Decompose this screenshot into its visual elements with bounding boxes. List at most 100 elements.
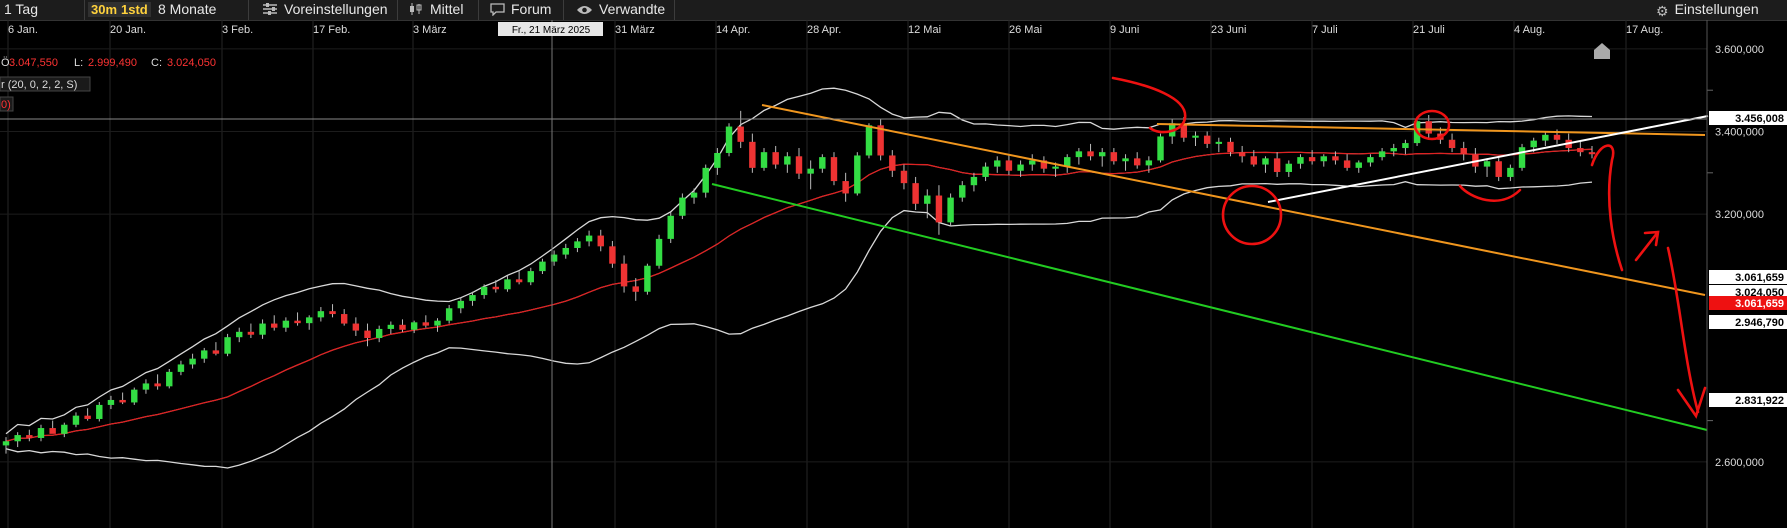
scroll-marker-icon[interactable] — [1594, 43, 1610, 59]
candle-body — [340, 314, 348, 324]
candle-body — [189, 358, 196, 365]
candle-body — [1215, 141, 1223, 144]
candle-body — [749, 141, 756, 168]
candle-body — [1262, 158, 1269, 165]
candle-body — [830, 157, 838, 182]
candle-body — [1460, 148, 1467, 155]
annotation-arrow-long-down — [1666, 246, 1707, 419]
candlestick-series — [2, 110, 1596, 454]
toolbar-divider — [248, 0, 249, 20]
candle-body — [1553, 134, 1561, 140]
forum-button[interactable]: Forum — [490, 0, 551, 20]
x-tick-label: 9 Juni — [1110, 24, 1139, 36]
candle-body — [1425, 121, 1432, 134]
candle-body — [562, 247, 569, 255]
candle-body — [410, 322, 418, 330]
price-tag-green-line: 2.831,922 — [1709, 393, 1787, 407]
candle-body — [959, 185, 966, 198]
candle-body — [1250, 156, 1258, 165]
candle-body — [492, 286, 500, 290]
presets-button[interactable]: Voreinstellungen — [262, 0, 388, 20]
candle-body — [2, 441, 10, 446]
price-tag-current-red: 3.061,659 — [1709, 296, 1787, 310]
toolbar-divider — [563, 0, 564, 20]
candle-body — [154, 383, 161, 387]
candle-body — [924, 195, 931, 204]
candle-body — [1507, 167, 1514, 177]
candle-body — [142, 383, 150, 390]
x-tick-label: 17 Feb. — [313, 24, 350, 36]
candle-body — [317, 311, 325, 318]
bollinger-bands — [5, 87, 1593, 469]
candle-body — [912, 183, 919, 204]
bollinger-upper-band — [5, 87, 1593, 435]
candle-body — [1110, 152, 1118, 162]
candle-body — [667, 215, 674, 239]
price-chart[interactable]: 6 Jan. 20 Jan. 3 Feb. 17 Feb. 3 März 31 März 1… — [0, 20, 1787, 528]
candle-body — [1378, 151, 1386, 158]
candle-body — [1483, 161, 1491, 167]
candle-body — [166, 371, 173, 387]
candle-body — [1017, 164, 1024, 171]
candle-body — [1238, 152, 1246, 157]
price-tag-current-red-text: 3.061,659 — [1735, 298, 1784, 310]
candle-body — [1203, 135, 1211, 144]
candle-body — [504, 279, 511, 290]
candle-body — [515, 279, 523, 283]
range-selector[interactable]: 8 Monate — [158, 0, 216, 20]
x-tick-label: 28 Apr. — [807, 24, 841, 36]
price-tag-orange-line: 3.061,659 — [1709, 270, 1787, 284]
price-tag-lower: 2.946,790 — [1709, 315, 1787, 329]
toolbar-divider — [397, 0, 398, 20]
candle-body — [1227, 141, 1234, 153]
candle-body — [1122, 158, 1129, 162]
related-button[interactable]: Verwandte — [576, 0, 665, 20]
candle-body — [49, 428, 56, 434]
candle-body — [387, 324, 395, 329]
candle-body — [236, 331, 243, 338]
sliders-icon — [262, 2, 278, 21]
candle-body — [1530, 140, 1537, 148]
candle-body — [1332, 156, 1339, 161]
candle-body — [282, 320, 290, 328]
candle-body — [364, 330, 371, 339]
settings-button[interactable]: ⚙ Einstellungen — [1656, 0, 1759, 20]
candle-body — [259, 323, 266, 335]
bollinger-middle-band — [5, 148, 1593, 442]
candle-body — [14, 435, 21, 442]
candle-body — [1390, 148, 1397, 152]
candle-body — [1320, 156, 1327, 162]
candle-body — [84, 415, 91, 419]
candle-body — [842, 181, 849, 194]
candle-body — [795, 156, 803, 174]
candle-body — [819, 157, 826, 169]
x-tick-label: 12 Mai — [908, 24, 941, 36]
candle-body — [947, 197, 954, 223]
candle-body — [201, 350, 208, 359]
candle-body — [271, 323, 278, 328]
candle-body — [725, 126, 733, 153]
candle-body — [679, 197, 686, 216]
price-tag-white-line-text: 3.456,008 — [1735, 113, 1784, 125]
candle-body — [1588, 152, 1596, 155]
candle-body — [131, 389, 138, 403]
interval-1std-button[interactable]: 1std — [118, 2, 151, 17]
candle-body — [994, 160, 1001, 167]
scroll-marker[interactable] — [1594, 43, 1610, 59]
moving-average — [5, 148, 1593, 442]
settings-label: Einstellungen — [1674, 1, 1759, 17]
x-tick-label: 3 März — [413, 24, 447, 36]
candle-body — [889, 155, 896, 171]
candle-body — [1448, 139, 1456, 149]
interval-30m-button[interactable]: 30m — [88, 2, 121, 17]
price-tags: 3.456,0083.061,6593.024,0503.061,6592.94… — [1709, 111, 1787, 407]
candle-body — [1367, 157, 1374, 163]
crosshair-date-text: Fr., 21 März 2025 — [512, 25, 591, 36]
indicator-button[interactable]: Mittel — [408, 0, 463, 20]
indicator-label-ma: 0) — [1, 99, 11, 111]
candle-body — [1029, 160, 1036, 165]
chart-grid: 6 Jan. 20 Jan. 3 Feb. 17 Feb. 3 März 31 März 1… — [0, 20, 1764, 528]
period-selector[interactable]: 1 Tag — [4, 0, 38, 20]
toolbar: 1 Tag 30m 1std 8 Monate Voreinstellungen… — [0, 0, 1787, 21]
candle-body — [72, 415, 80, 425]
